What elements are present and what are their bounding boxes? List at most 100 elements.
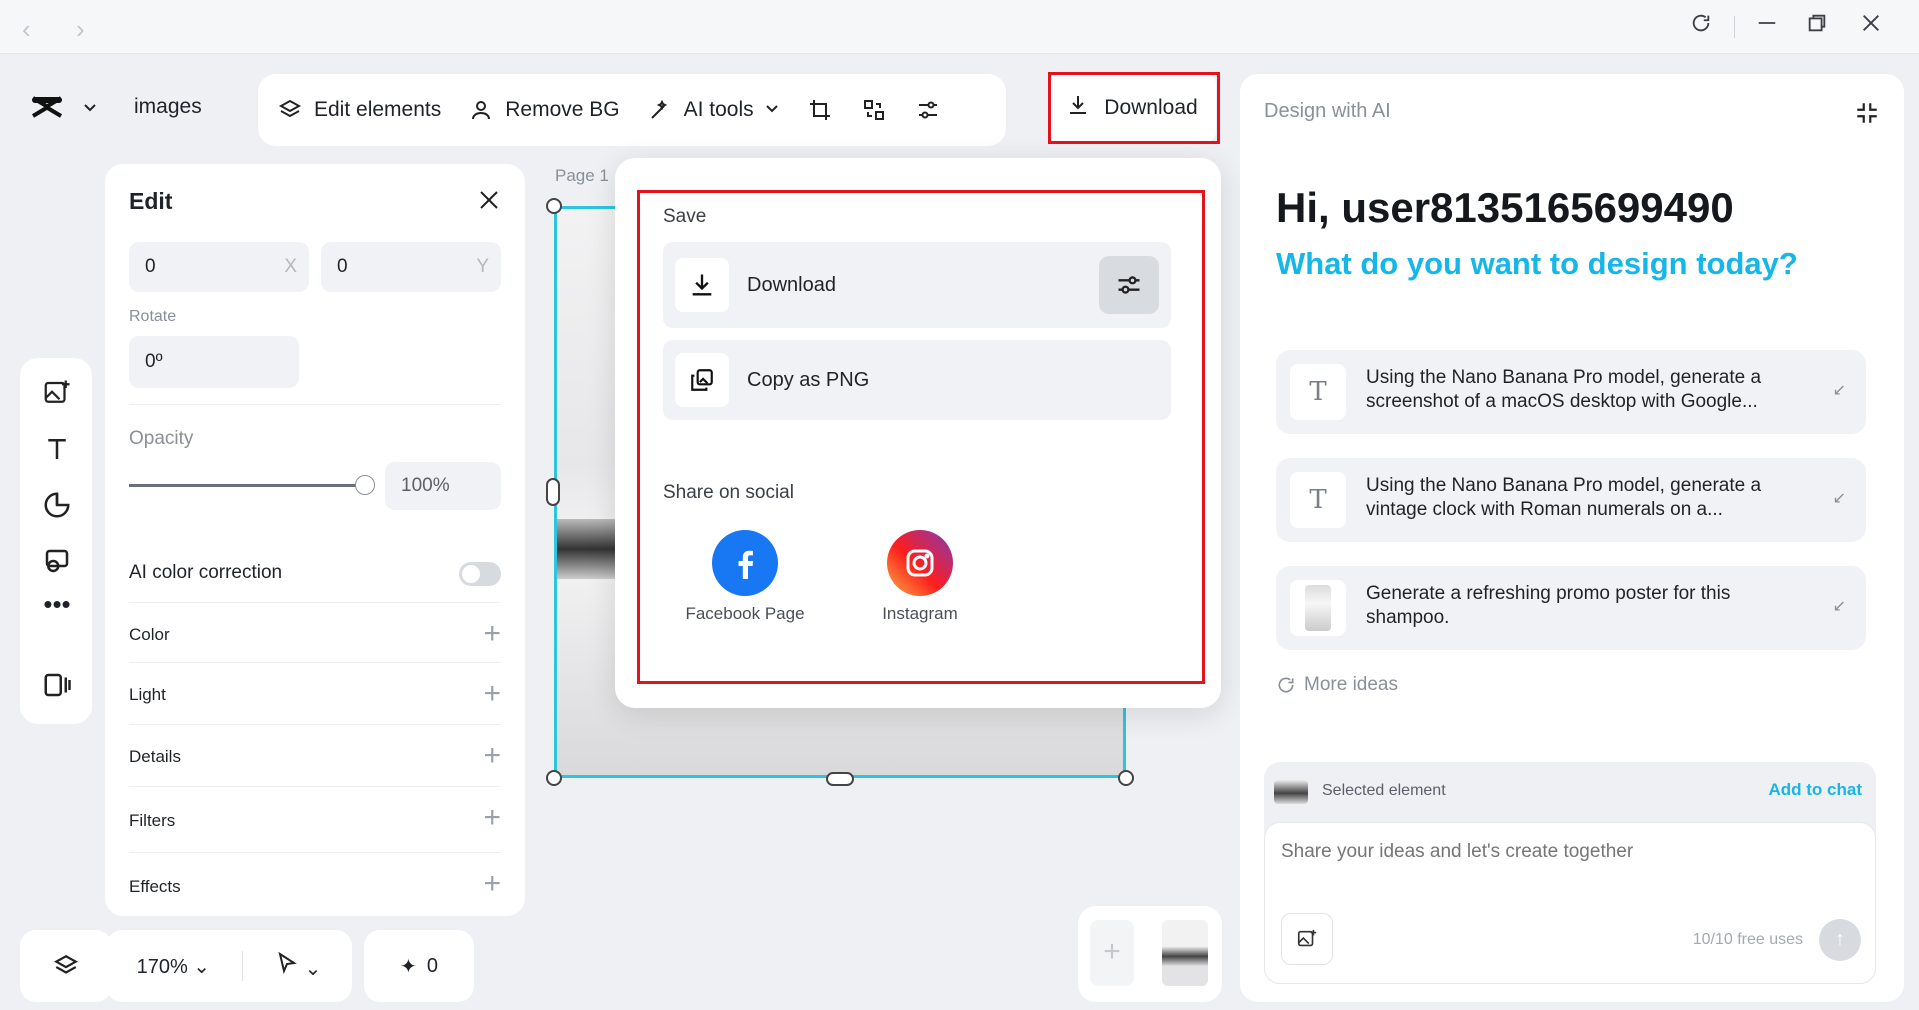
add-image-icon[interactable] bbox=[42, 378, 72, 408]
cursor-icon bbox=[278, 951, 297, 975]
edit-elements-label: Edit elements bbox=[314, 98, 442, 121]
sparkle-count: 0 bbox=[426, 954, 438, 977]
plus-icon[interactable]: + bbox=[483, 869, 501, 899]
crop-icon[interactable] bbox=[806, 96, 834, 124]
add-to-chat-button[interactable]: Add to chat bbox=[1769, 780, 1863, 800]
browser-chrome: ‹ › bbox=[0, 0, 1919, 54]
arrow-in-icon: ↙ bbox=[1832, 490, 1846, 507]
minimize-icon[interactable] bbox=[1756, 12, 1778, 34]
adjust-row-light[interactable]: Light + bbox=[129, 662, 501, 724]
zoom-controls: 170% ⌄ ⌄ bbox=[106, 930, 352, 1002]
text-icon: T bbox=[1290, 364, 1346, 420]
rotate-value: 0º bbox=[145, 351, 163, 372]
text-icon[interactable] bbox=[42, 434, 72, 464]
adjust-sliders-icon[interactable] bbox=[914, 96, 942, 124]
attach-image-button[interactable] bbox=[1281, 913, 1333, 965]
ai-panel: Design with AI Hi, user8135165699490 Wha… bbox=[1240, 74, 1904, 1002]
layers-button[interactable] bbox=[20, 930, 112, 1002]
row-label: Filters bbox=[129, 811, 176, 830]
collapse-icon[interactable] bbox=[1854, 100, 1880, 131]
row-label: Color bbox=[129, 625, 170, 644]
remove-bg-button[interactable]: Remove BG bbox=[467, 96, 620, 124]
more-ideas-button[interactable]: More ideas bbox=[1276, 674, 1398, 696]
opacity-input[interactable]: 100% bbox=[385, 462, 501, 510]
add-page-button[interactable]: + bbox=[1090, 920, 1134, 986]
suggestion-card[interactable]: T Using the Nano Banana Pro model, gener… bbox=[1276, 350, 1866, 434]
chevron-down-icon bbox=[764, 98, 780, 122]
ai-panel-title: Design with AI bbox=[1264, 100, 1391, 122]
adjust-row-filters[interactable]: Filters + bbox=[129, 786, 501, 852]
x-position-input[interactable]: 0 X bbox=[129, 242, 309, 292]
project-name[interactable]: images bbox=[134, 95, 202, 119]
divider bbox=[242, 951, 244, 981]
more-icon[interactable]: ••• bbox=[42, 591, 72, 624]
selected-element-thumb bbox=[1274, 780, 1308, 804]
resize-handle[interactable] bbox=[1118, 770, 1134, 786]
greeting: Hi, user8135165699490 bbox=[1276, 184, 1734, 231]
pointer-tool-select[interactable]: ⌄ bbox=[275, 951, 321, 981]
resize-handle[interactable] bbox=[546, 770, 562, 786]
plus-icon[interactable]: + bbox=[483, 803, 501, 833]
app-logo-menu[interactable]: images bbox=[30, 92, 202, 122]
x-value: 0 bbox=[145, 256, 156, 277]
edit-panel: Edit 0 X 0 Y Rotate 0º Opacity 100% AI c… bbox=[105, 164, 525, 916]
restore-icon[interactable] bbox=[1806, 12, 1828, 34]
flip-icon[interactable] bbox=[860, 96, 888, 124]
resize-handle[interactable] bbox=[546, 478, 560, 506]
resize-handle[interactable] bbox=[826, 772, 854, 786]
more-ideas-label: More ideas bbox=[1304, 674, 1398, 695]
page-thumbnail[interactable] bbox=[1162, 920, 1208, 986]
edit-elements-button[interactable]: Edit elements bbox=[276, 96, 441, 124]
ai-tools-label: AI tools bbox=[683, 98, 754, 121]
panel-icon[interactable] bbox=[42, 670, 72, 700]
divider bbox=[129, 404, 501, 405]
divider bbox=[1734, 16, 1735, 38]
adjust-row-details[interactable]: Details + bbox=[129, 724, 501, 786]
selected-element-label: Selected element bbox=[1322, 782, 1446, 799]
layers-icon bbox=[54, 955, 78, 974]
reload-icon[interactable] bbox=[1690, 12, 1712, 34]
x-suffix: X bbox=[284, 256, 297, 277]
forward-icon[interactable]: › bbox=[76, 14, 85, 45]
shapes-icon[interactable] bbox=[42, 490, 72, 520]
add-image-icon bbox=[1297, 929, 1317, 947]
close-icon[interactable] bbox=[477, 188, 501, 217]
adjust-row-effects[interactable]: Effects + bbox=[129, 852, 501, 912]
opacity-slider-thumb[interactable] bbox=[355, 475, 375, 495]
suggestion-text: Using the Nano Banana Pro model, generat… bbox=[1366, 367, 1762, 412]
free-uses-count: 10/10 free uses bbox=[1692, 931, 1803, 948]
arrow-in-icon: ↙ bbox=[1832, 598, 1846, 615]
layers-icon bbox=[276, 96, 304, 124]
row-label: Details bbox=[129, 747, 181, 766]
opacity-value: 100% bbox=[401, 475, 450, 496]
suggestion-card[interactable]: Generate a refreshing promo poster for t… bbox=[1276, 566, 1866, 650]
opacity-slider-track[interactable] bbox=[129, 484, 363, 487]
ai-tools-button[interactable]: AI tools bbox=[646, 96, 780, 124]
plus-icon[interactable]: + bbox=[483, 679, 501, 709]
suggestion-card[interactable]: T Using the Nano Banana Pro model, gener… bbox=[1276, 458, 1866, 542]
zoom-select[interactable]: 170% ⌄ bbox=[137, 954, 210, 979]
suggestion-text: Using the Nano Banana Pro model, generat… bbox=[1366, 475, 1762, 520]
arrow-in-icon: ↙ bbox=[1832, 382, 1846, 399]
chat-input[interactable] bbox=[1281, 841, 1841, 863]
suggestion-text: Generate a refreshing promo poster for t… bbox=[1366, 583, 1731, 628]
send-button[interactable]: ↑ bbox=[1819, 919, 1861, 961]
ai-color-correction-label: AI color correction bbox=[129, 562, 283, 583]
close-window-icon[interactable] bbox=[1860, 12, 1882, 34]
y-position-input[interactable]: 0 Y bbox=[321, 242, 501, 292]
sparkle-counter[interactable]: ✦ 0 bbox=[364, 930, 474, 1002]
ai-color-correction-toggle[interactable] bbox=[459, 562, 501, 586]
remove-bg-label: Remove BG bbox=[505, 98, 620, 121]
chat-area: Selected element Add to chat 10/10 free … bbox=[1264, 762, 1876, 984]
elements-icon[interactable] bbox=[42, 546, 72, 576]
top-toolbar: Edit elements Remove BG AI tools bbox=[258, 74, 1006, 146]
zoom-value: 170% bbox=[136, 955, 188, 978]
text-icon: T bbox=[1290, 472, 1346, 528]
plus-icon[interactable]: + bbox=[483, 619, 501, 649]
back-icon[interactable]: ‹ bbox=[22, 14, 31, 45]
rotate-input[interactable]: 0º bbox=[129, 336, 299, 388]
adjust-row-color[interactable]: Color + bbox=[129, 602, 501, 662]
resize-handle[interactable] bbox=[546, 198, 562, 214]
plus-icon[interactable]: + bbox=[483, 741, 501, 771]
highlight-box bbox=[1048, 72, 1220, 144]
